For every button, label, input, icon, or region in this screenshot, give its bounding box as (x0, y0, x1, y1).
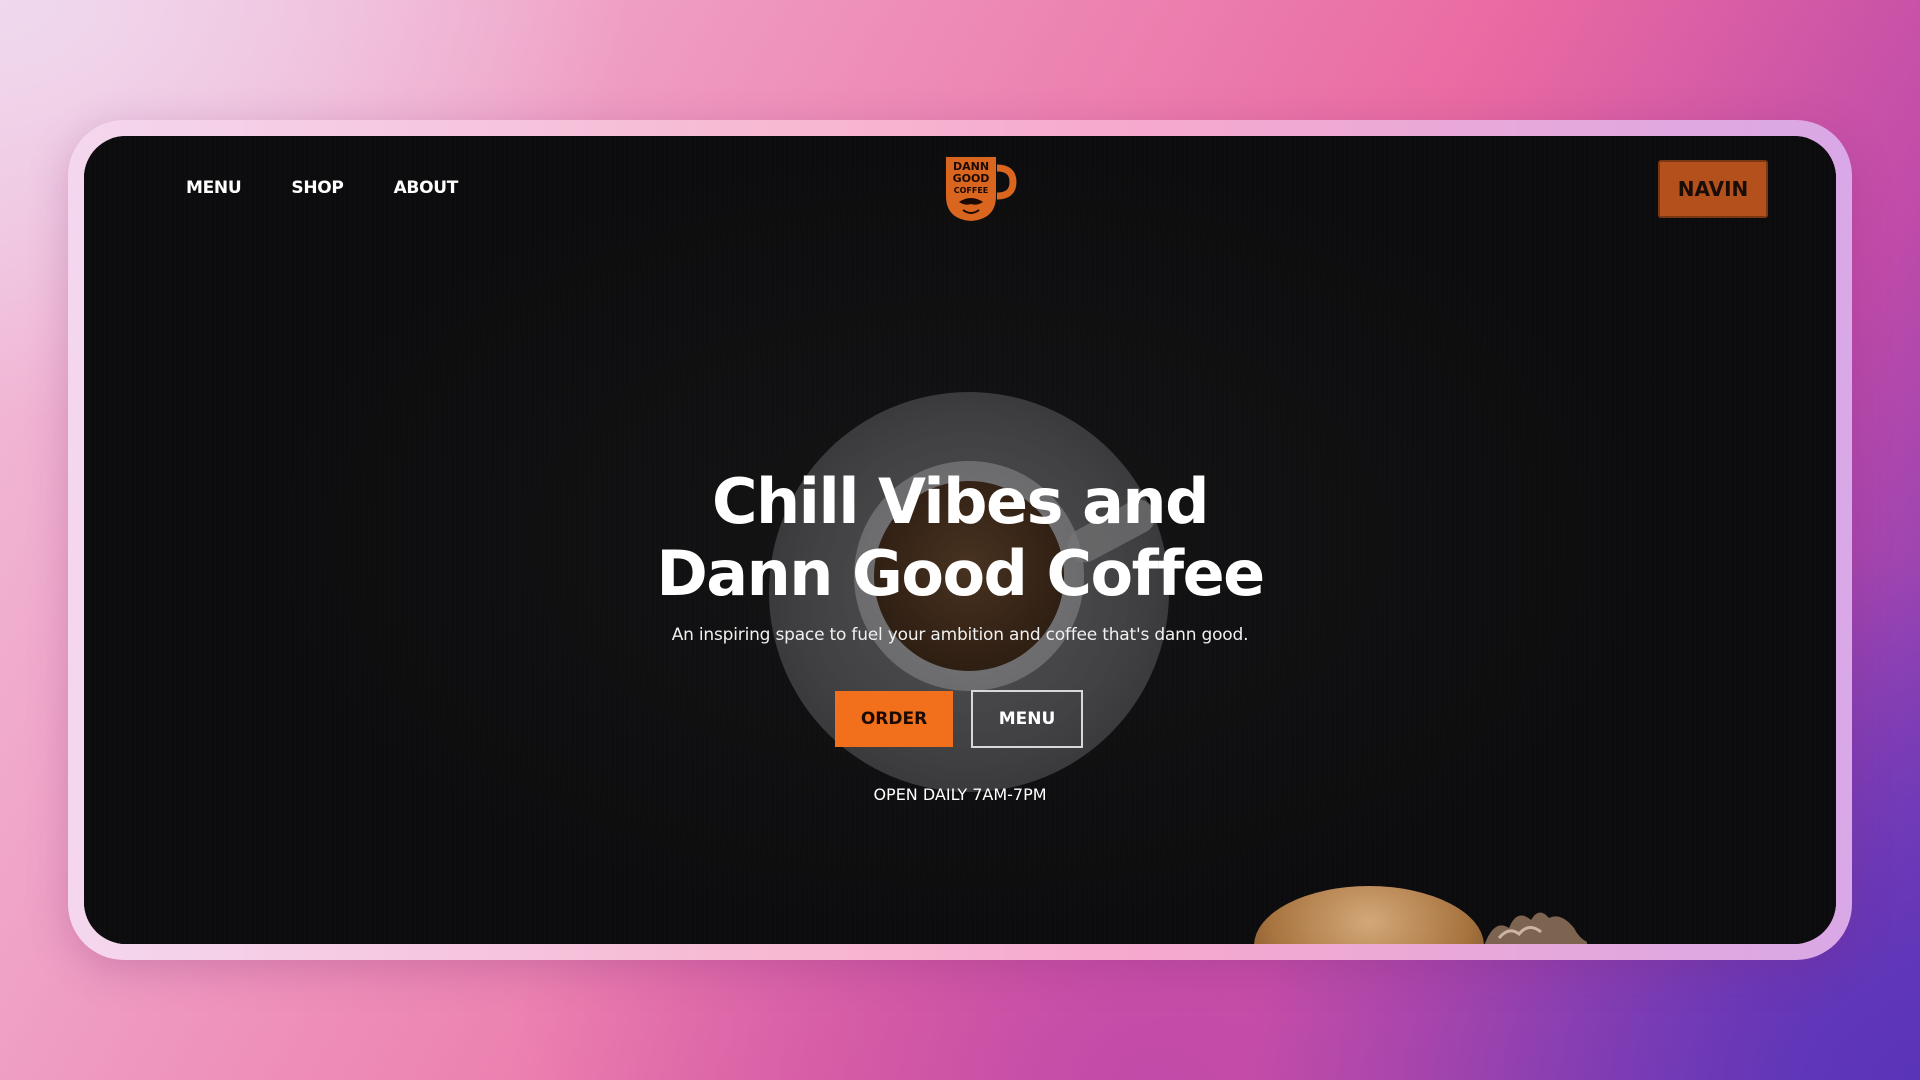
nav-menu-link[interactable]: MENU (186, 178, 242, 198)
logo-text-2: GOOD (953, 172, 990, 185)
hero-title: Chill Vibes and Dann Good Coffee (84, 466, 1836, 610)
order-button[interactable]: ORDER (835, 691, 953, 747)
main-nav: MENU SHOP ABOUT (186, 178, 458, 198)
hero-subtitle: An inspiring space to fuel your ambition… (671, 625, 1249, 645)
coffee-splash-image (1484, 912, 1587, 944)
hero-title-line-1: Chill Vibes and (712, 465, 1209, 538)
website-viewport: MENU SHOP ABOUT DANN GOOD COFFEE NAVIN C… (84, 136, 1836, 944)
nav-shop-link[interactable]: SHOP (291, 178, 343, 198)
nav-about-link[interactable]: ABOUT (394, 178, 459, 198)
logo-text-3: COFFEE (954, 186, 989, 195)
dann-good-coffee-logo[interactable]: DANN GOOD COFFEE (939, 150, 1019, 226)
account-button[interactable]: NAVIN (1658, 160, 1768, 218)
hero-title-line-2: Dann Good Coffee (656, 537, 1265, 610)
menu-button[interactable]: MENU (971, 690, 1083, 748)
opening-hours: OPEN DAILY 7AM-7PM (873, 785, 1047, 804)
